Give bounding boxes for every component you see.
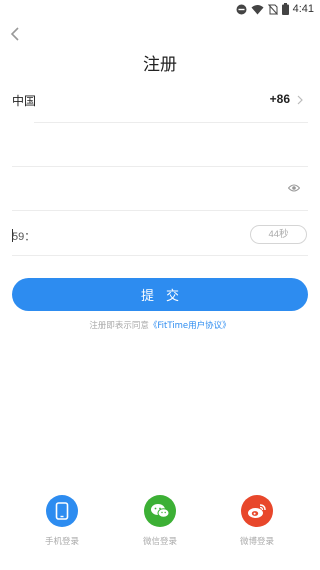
chevron-right-icon [297, 95, 303, 105]
back-button[interactable] [8, 26, 24, 42]
agreement-prefix: 注册即表示同意 [89, 321, 149, 331]
status-icons: 4:41 [236, 2, 314, 16]
phone-input[interactable] [12, 128, 308, 168]
country-code: +86 [269, 92, 290, 106]
wifi-icon [251, 4, 264, 14]
phone-login-label: 手机登录 [44, 537, 79, 547]
verification-code-input[interactable] [12, 226, 212, 246]
country-label: 中国 [12, 94, 37, 108]
weibo-icon [248, 504, 266, 518]
phone-login-option[interactable]: 手机登录 [32, 495, 92, 547]
status-time: 4:41 [292, 3, 314, 15]
agreement-text: 注册即表示同意《FitTime用户协议》 [0, 319, 320, 331]
phone-login-circle[interactable] [46, 495, 78, 527]
eye-icon[interactable] [288, 183, 300, 193]
battery-icon [281, 3, 289, 15]
weibo-login-option[interactable]: 微博登录 [227, 495, 287, 547]
wechat-login-option[interactable]: 微信登录 [130, 495, 190, 547]
phone-icon [55, 502, 69, 520]
divider [12, 166, 308, 167]
wechat-login-circle[interactable] [144, 495, 176, 527]
chevron-left-icon [10, 27, 19, 41]
divider [34, 122, 308, 123]
do-not-disturb-icon [236, 4, 247, 14]
status-bar: 4:41 [0, 0, 320, 18]
wechat-icon [151, 504, 170, 518]
countdown-button[interactable]: 44秒 [250, 225, 307, 244]
password-input[interactable] [12, 168, 272, 208]
page-title: 注册 [143, 55, 177, 75]
divider [12, 255, 308, 256]
weibo-login-circle[interactable] [241, 495, 273, 527]
divider [12, 210, 308, 211]
user-agreement-link[interactable]: 《FitTime用户协议》 [149, 321, 231, 331]
no-sim-icon [267, 3, 278, 15]
wechat-login-label: 微信登录 [142, 537, 177, 547]
weibo-login-label: 微博登录 [239, 537, 274, 547]
submit-button[interactable]: 提交 [12, 278, 308, 311]
